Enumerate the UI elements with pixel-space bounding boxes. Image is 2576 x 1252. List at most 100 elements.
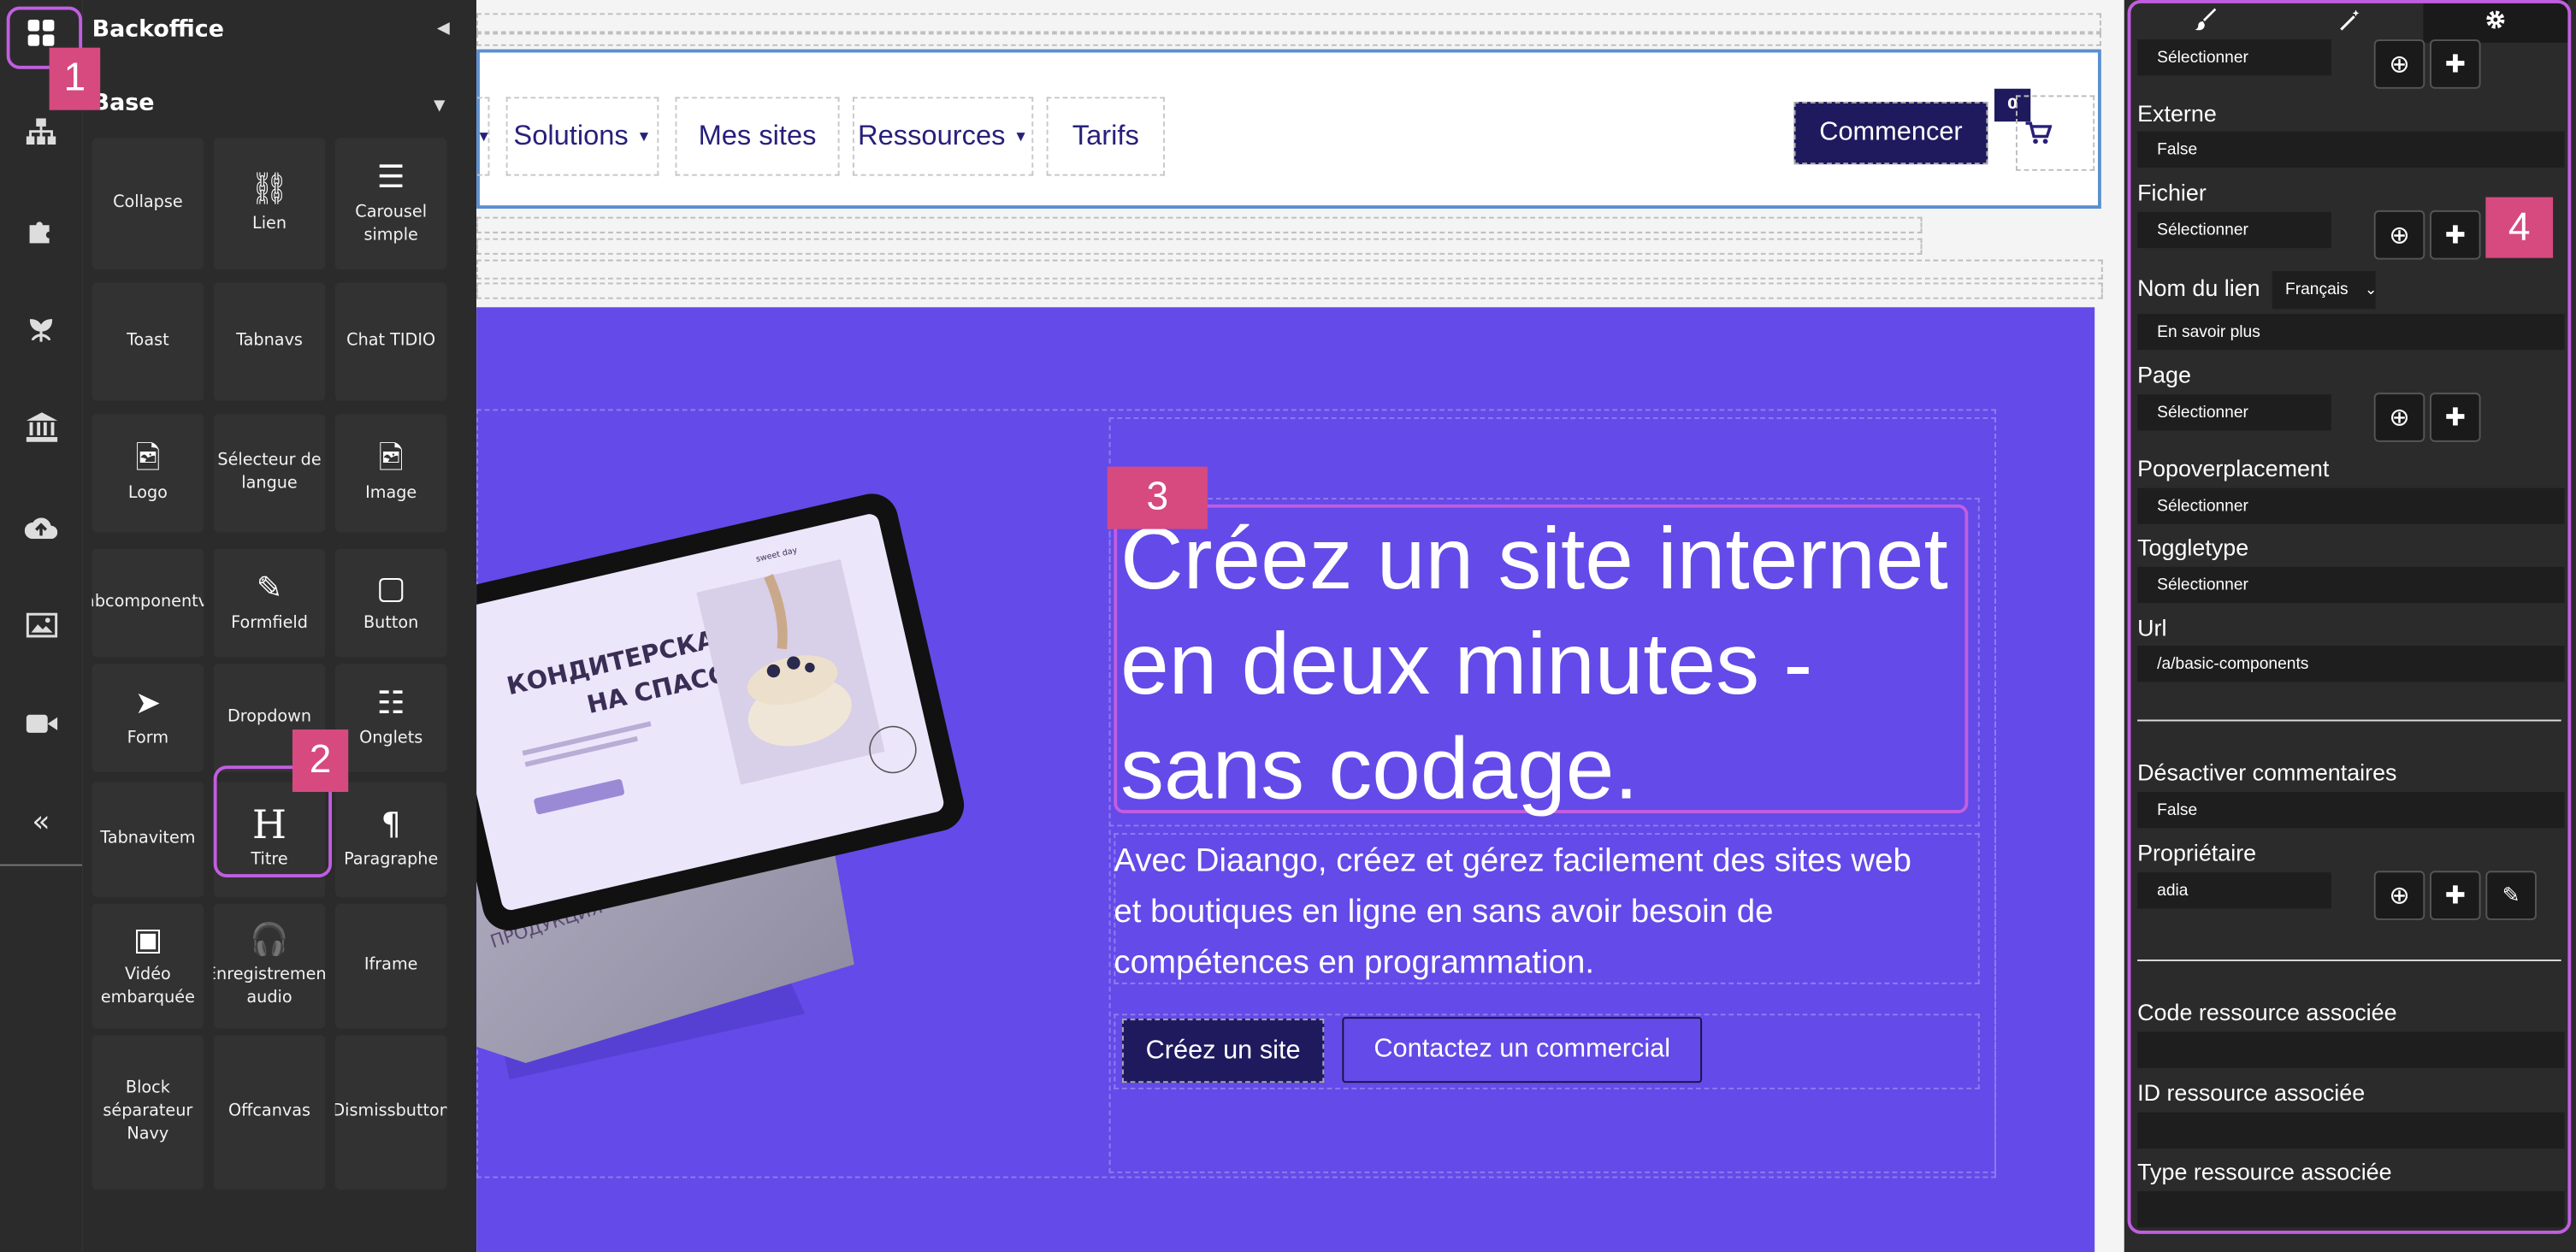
component-label: Lien [252,215,287,233]
category-caret-icon[interactable]: ▼ [434,98,445,115]
caret-down-icon: ▼ [636,127,652,145]
component-tile-tabnavitem[interactable]: Tabnavitem [92,782,204,898]
annotation-badge-2: 2 [292,729,349,793]
component-label: Chat TIDIO [346,332,436,351]
component-tile-vid-o-embarqu-e[interactable]: ▣ Vidéo embarquée [92,903,204,1029]
placeholder-row [476,32,2101,46]
component-label: Enregistrement audio [214,966,326,1007]
image-file-icon: 🖻 [378,440,404,477]
component-tile-toast[interactable]: Toast [92,282,204,401]
component-tile-offcanvas[interactable]: Offcanvas [213,1035,326,1190]
rail-divider [0,864,83,866]
cloud-upload-icon[interactable] [0,493,82,558]
component-label: Dropdown [227,708,312,727]
component-label: Sélecteur de langue [217,452,322,493]
hero-headline[interactable]: Créez un site internet en deux minutes -… [1114,504,1969,818]
backoffice-editor: « Backoffice ◀ Base ▼ Collapse ⛓ Lien ☰ Caro… [0,0,2576,1252]
hero-subtitle[interactable]: Avec Diaango, créez et gérez facilement … [1114,836,1976,989]
category-title: Base [92,90,155,117]
tablet-mockup-image: ПРОДУКЦИЯ КОНДИТЕРСКАЯ НА СПАССКОЙ sweet… [476,493,965,1080]
list-icon: ☷ [376,685,405,722]
placeholder-row [476,13,2101,33]
component-tile-collapse[interactable]: Collapse [92,138,204,270]
contact-sales-button[interactable]: Contactez un commercial [1342,1017,1703,1084]
annotation-badge-4: 4 [2485,197,2554,258]
nav-caret-partial[interactable]: ▼ [476,97,491,176]
component-label: Carousel simple [355,204,428,245]
pilcrow-icon: ¶ [381,806,401,843]
component-tile-formfield[interactable]: ✎ Formfield [213,548,326,658]
component-tile-lien[interactable]: ⛓ Lien [213,138,326,270]
commencer-button[interactable]: Commencer [1793,102,1988,165]
paper-plane-icon: ➤ [134,685,162,722]
nav-item-ressources[interactable]: Ressources ▼ [852,97,1034,176]
panel-title: Backoffice [92,16,224,43]
nav-label: Solutions [513,120,629,151]
component-tile-carousel-simple[interactable]: ☰ Carousel simple [334,138,447,270]
collapse-left-icon[interactable]: ◀ [437,20,450,38]
headphones-icon: 🎧 [250,921,289,959]
component-label: Offcanvas [228,1102,311,1121]
nav-item-tarifs[interactable]: Tarifs [1046,97,1165,176]
component-tile-image[interactable]: 🖻 Image [334,414,447,533]
component-tile-iframe[interactable]: Iframe [334,903,447,1029]
component-tile-s-lecteur-de-langue[interactable]: Sélecteur de langue [213,414,326,533]
component-label: Tabnavitem [100,830,196,848]
page-canvas: ▼ Solutions ▼ Mes sites Ressources ▼ Tarif… [476,0,2124,1252]
component-tile-dismissbutton[interactable]: Dismissbutton [334,1035,447,1190]
carousel-icon: ☰ [376,159,405,196]
component-label: Toast [127,332,169,351]
image-file-icon: 🖻 [135,440,161,477]
component-tile-chat-tidio[interactable]: Chat TIDIO [334,282,447,401]
puzzle-icon[interactable] [0,198,82,263]
component-label: Iframe [363,956,418,975]
component-label: Paragraphe [344,851,439,870]
component-label: Collapse [113,193,183,212]
component-label: Dismissbutton [334,1102,447,1121]
create-site-button[interactable]: Créez un site [1121,1019,1325,1084]
image-icon[interactable] [0,592,82,658]
nav-item-solutions[interactable]: Solutions ▼ [505,97,659,176]
component-tile-button[interactable]: ▢ Button [334,548,447,658]
site-navbar[interactable]: ▼ Solutions ▼ Mes sites Ressources ▼ Tarif… [476,49,2101,210]
nav-label: Tarifs [1072,120,1139,151]
leaf-icon[interactable] [0,296,82,362]
bank-icon[interactable] [0,394,82,460]
video-file-icon: ▣ [133,921,163,959]
component-tile-block-s-parateur-navy[interactable]: Block séparateur Navy [92,1035,204,1190]
component-label: Vidéo embarquée [100,966,195,1007]
component-label: Onglets [359,729,423,748]
component-label: Tabnavs [236,332,303,351]
video-icon[interactable] [0,690,82,756]
component-tile-logo[interactable]: 🖻 Logo [92,414,204,533]
left-rail: « [0,0,83,1252]
link-icon: ⛓ [249,170,290,208]
component-label: Block séparateur Navy [103,1079,193,1144]
double-chevron-left-icon[interactable]: « [0,788,82,854]
component-label: Logo [127,484,168,503]
component-label: Formfield [231,614,308,633]
placeholder-row [476,238,1923,255]
properties-panel: Sélectionner ⊕ ✚ Externe False Fichier S… [2124,0,2576,1252]
component-tile-enregistrement-audio[interactable]: 🎧 Enregistrement audio [213,903,326,1029]
component-label: Tabcomponentv2 [92,593,204,611]
square-icon: ▢ [375,570,406,606]
component-label: Image [365,484,417,503]
nav-label: Mes sites [698,120,817,151]
nav-label: Ressources [858,120,1006,151]
cart-slot [2015,95,2095,171]
nav-item-mes-sites[interactable]: Mes sites [675,97,840,176]
edit-icon: ✎ [256,570,283,606]
placeholder-row [476,282,2103,299]
component-tile-onglets[interactable]: ☷ Onglets [334,664,447,772]
component-tile-paragraphe[interactable]: ¶ Paragraphe [334,782,447,898]
component-tile-tabcomponentv2[interactable]: Tabcomponentv2 [92,548,204,658]
hero-section[interactable]: ПРОДУКЦИЯ КОНДИТЕРСКАЯ НА СПАССКОЙ sweet… [476,307,2095,1252]
placeholder-row [476,259,2103,280]
component-tile-form[interactable]: ➤ Form [92,664,204,772]
caret-down-icon: ▼ [1013,127,1029,145]
placeholder-row [476,216,1923,233]
annotation-badge-3: 3 [1107,466,1208,529]
component-tile-tabnavs[interactable]: Tabnavs [213,282,326,401]
component-label: Button [363,614,419,633]
